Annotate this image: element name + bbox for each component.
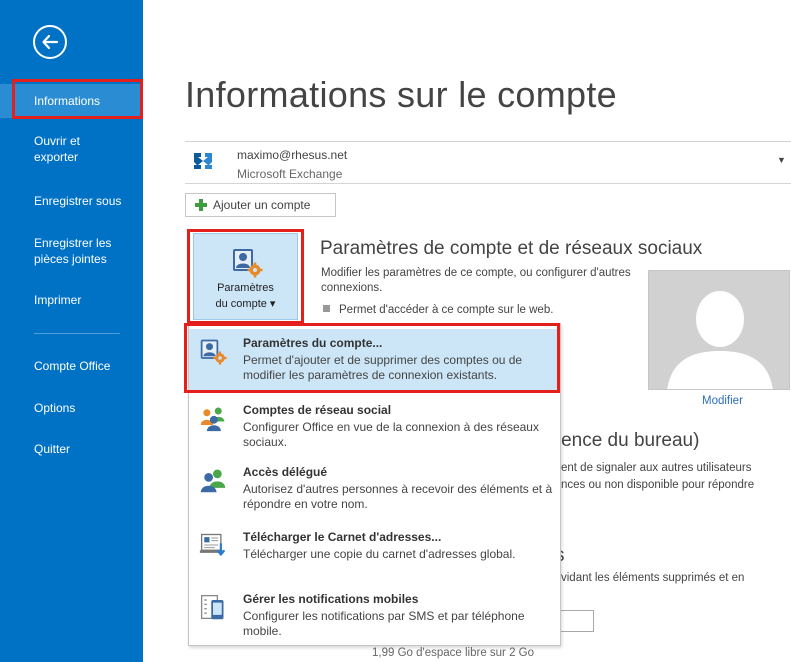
backstage-sidebar: Informations Ouvrir et exporter Enregist… [0,0,143,662]
auto-reply-desc-2: nces ou non disponible pour répondre [561,479,755,491]
auto-reply-desc-1: ent de signaler aux autres utilisateurs [561,462,752,474]
back-arrow-icon[interactable] [33,25,67,59]
chevron-down-icon[interactable]: ▼ [777,155,786,165]
profile-photo [648,270,790,390]
account-type: Microsoft Exchange [237,167,343,181]
web-access-bullet: Permet d'accéder à ce compte sur le web. [321,304,553,316]
modify-photo-link[interactable]: Modifier [702,395,743,407]
menu-item-delegate-access[interactable]: Accès délégué Autorisez d'autres personn… [189,458,560,520]
download-address-book-icon [199,533,226,556]
page-title: Informations sur le compte [185,74,617,115]
delegate-access-icon [200,469,226,493]
menu-item-social-networks[interactable]: Comptes de réseau social Configurer Offi… [189,396,560,456]
account-settings-button[interactable]: Paramètres du compte ▾ [193,233,298,320]
menu-item-mobile-notifications[interactable]: Gérer les notifications mobiles Configur… [189,585,560,645]
exchange-icon [192,150,214,172]
sidebar-item-open-export[interactable]: Ouvrir et exporter [0,133,143,165]
sidebar-item-quit[interactable]: Quitter [0,441,143,457]
account-settings-icon [200,339,227,365]
menu-item-download-address-book[interactable]: Télécharger le Carnet d'adresses... Télé… [189,523,560,583]
account-selector[interactable]: maximo@rhesus.net Microsoft Exchange ▼ [185,141,791,184]
sidebar-item-options[interactable]: Options [0,400,143,416]
sidebar-separator [34,333,120,334]
plus-icon [195,199,207,211]
sidebar-item-save-as[interactable]: Enregistrer sous [0,193,143,209]
sidebar-item-office-account[interactable]: Compte Office [0,358,143,374]
sidebar-item-informations[interactable]: Informations [0,84,143,118]
avatar-placeholder-icon [649,271,789,389]
bullet-icon [323,305,330,312]
menu-item-account-settings[interactable]: Paramètres du compte... Permet d'ajouter… [189,329,560,391]
mailbox-cleanup-desc: vidant les éléments supprimés et en [561,572,745,584]
section-description: Modifier les paramètres de ce compte, ou… [321,267,631,294]
mailbox-free-space: 1,99 Go d'espace libre sur 2 Go [372,647,535,659]
social-network-icon [200,407,225,432]
sidebar-item-save-attachments[interactable]: Enregistrer les pièces jointes [0,235,143,267]
sidebar-item-print[interactable]: Imprimer [0,292,143,308]
add-account-button[interactable]: Ajouter un compte [185,193,336,217]
cleanup-tools-button[interactable] [560,610,594,632]
auto-reply-title: bsence du bureau) [541,430,700,451]
account-settings-icon [233,249,263,278]
account-email: maximo@rhesus.net [237,148,348,162]
account-settings-menu: Paramètres du compte... Permet d'ajouter… [188,323,561,646]
section-title: Paramètres de compte et de réseaux socia… [320,238,703,259]
mobile-notifications-icon [200,594,224,620]
